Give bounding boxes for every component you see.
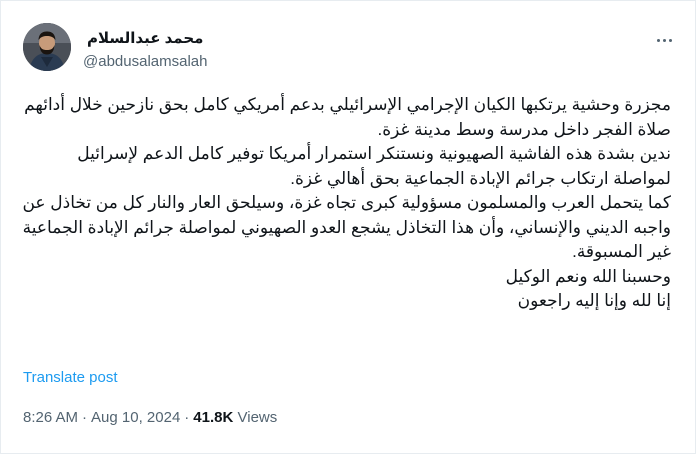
- views-label: Views: [237, 409, 278, 426]
- translate-post-link[interactable]: Translate post: [23, 369, 118, 386]
- tweet-time[interactable]: 8:26 AM: [23, 409, 78, 426]
- tweet-paragraph: وحسبنا الله ونعم الوكيل: [505, 266, 671, 286]
- author-display-name[interactable]: محمد عبدالسلام: [87, 29, 203, 47]
- meta-separator: ·: [184, 409, 190, 426]
- views-count: 41.8K: [193, 409, 234, 426]
- tweet-date[interactable]: Aug 10, 2024: [91, 409, 180, 426]
- tweet-meta: 8:26 AM · Aug 10, 2024 · 41.8K Views: [23, 409, 277, 426]
- avatar[interactable]: [23, 23, 71, 71]
- author-handle[interactable]: @abdusalamsalah: [83, 53, 207, 70]
- more-options-button[interactable]: [653, 27, 675, 49]
- tweet-card: محمد عبدالسلام @abdusalamsalah مجزرة وحش…: [0, 0, 696, 454]
- tweet-paragraph: مجزرة وحشية يرتكبها الكيان الإجرامي الإس…: [24, 95, 671, 139]
- tweet-paragraph: إنا لله وإنا إليه راجعون: [517, 291, 671, 310]
- avatar-photo: [23, 23, 71, 71]
- tweet-paragraph: كما يتحمل العرب والمسلمون مسؤولية كبرى ت…: [22, 193, 671, 261]
- meta-separator: ·: [82, 409, 88, 426]
- more-horizontal-icon: [655, 29, 673, 47]
- tweet-paragraph: ندين بشدة هذه الفاشية الصهيونية ونستنكر …: [77, 144, 671, 188]
- tweet-text: مجزرة وحشية يرتكبها الكيان الإجرامي الإس…: [21, 93, 671, 314]
